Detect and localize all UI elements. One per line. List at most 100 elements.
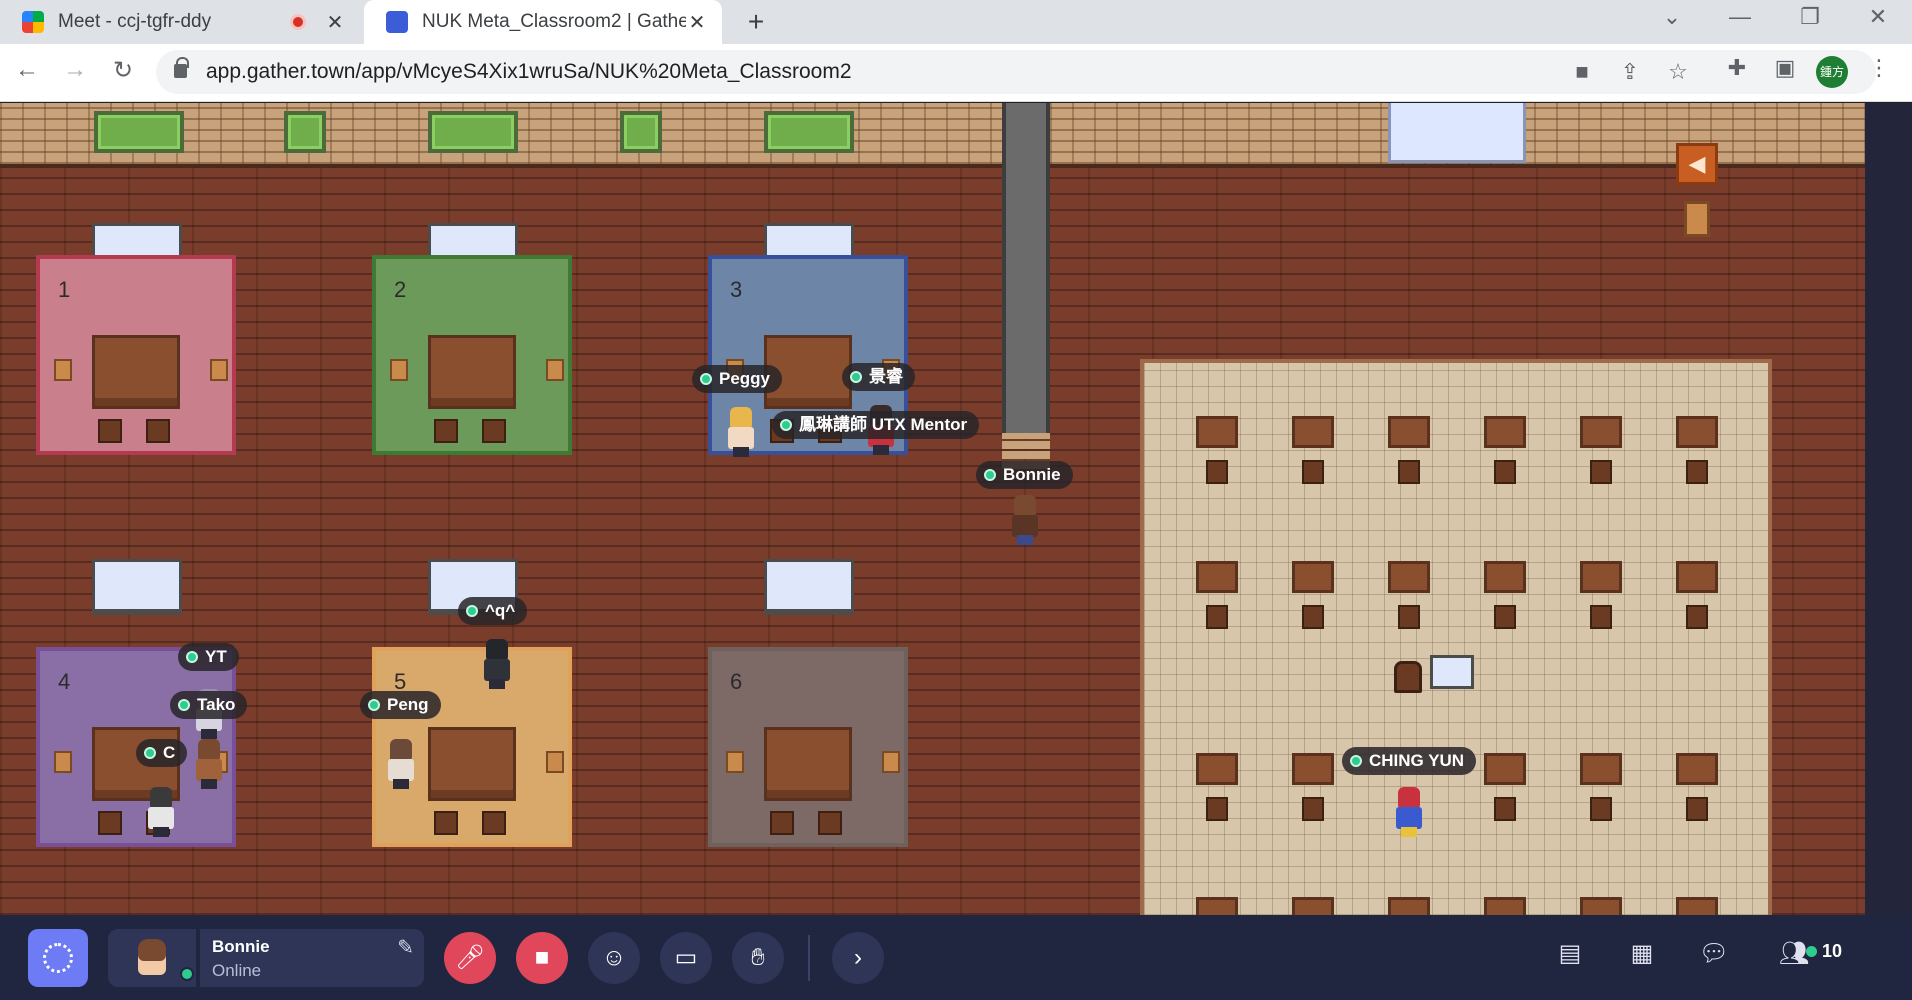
tab-search-icon[interactable]: ⌄ bbox=[1652, 4, 1692, 30]
user-profile-card[interactable]: Bonnie Online ✎ bbox=[108, 929, 424, 987]
student-desk bbox=[1484, 753, 1526, 785]
back-icon[interactable]: ← bbox=[12, 56, 42, 84]
raise-hand-icon[interactable]: ✋︎ bbox=[732, 932, 784, 984]
tab-title: Meet - ccj-tgfr-ddy bbox=[58, 11, 212, 32]
online-count[interactable]: 10 bbox=[1806, 941, 1842, 962]
megaphone-icon[interactable]: ◀ bbox=[1676, 143, 1718, 185]
avatar-head bbox=[150, 787, 172, 809]
gather-menu-button[interactable] bbox=[28, 929, 88, 987]
reload-icon[interactable]: ↻ bbox=[108, 56, 138, 85]
user-name-box[interactable]: Bonnie Online ✎ bbox=[200, 929, 424, 987]
user-status: Online bbox=[212, 961, 262, 980]
emoji-icon[interactable]: ☺ bbox=[588, 932, 640, 984]
student-chair bbox=[1686, 605, 1708, 629]
whiteboard[interactable] bbox=[92, 559, 182, 615]
tab-gather[interactable]: NUK Meta_Classroom2 | Gathe ✕ bbox=[364, 0, 722, 44]
avatar-body bbox=[484, 659, 510, 681]
name-tag[interactable]: Tako bbox=[170, 691, 248, 719]
forward-icon[interactable]: → bbox=[60, 56, 90, 84]
name-tag[interactable]: Bonnie bbox=[976, 461, 1073, 489]
chair bbox=[882, 751, 900, 773]
browser-toolbar: ← → ↻ app.gather.town/app/vMcyeS4Xix1wru… bbox=[0, 44, 1912, 102]
star-icon[interactable]: ☆ bbox=[1664, 59, 1692, 85]
student-chair bbox=[1494, 605, 1516, 629]
online-dot bbox=[1350, 755, 1362, 767]
game-map[interactable]: ◀ 1 2 3 4 5 6 Peggy 景睿 鳳琳講師 UTX Mentor B… bbox=[0, 103, 1912, 915]
whiteboard[interactable] bbox=[764, 559, 854, 615]
student-desk bbox=[1196, 897, 1238, 915]
close-tab-icon[interactable]: ✕ bbox=[324, 10, 346, 35]
mic-muted-icon[interactable]: 🎤︎ bbox=[444, 932, 496, 984]
avatar-peggy[interactable] bbox=[724, 407, 756, 457]
restore-icon[interactable]: ❐ bbox=[1790, 4, 1830, 30]
player-name: ^q^ bbox=[485, 601, 516, 620]
student-chair bbox=[1686, 460, 1708, 484]
avatar-ching-yun[interactable] bbox=[1392, 787, 1424, 837]
avatar-tako[interactable] bbox=[192, 739, 224, 789]
minimize-icon[interactable]: — bbox=[1720, 4, 1760, 30]
online-dot bbox=[186, 651, 198, 663]
address-bar[interactable]: app.gather.town/app/vMcyeS4Xix1wruSa/NUK… bbox=[156, 50, 1876, 94]
pencil-icon[interactable]: ✎ bbox=[397, 935, 414, 960]
expand-icon[interactable]: › bbox=[832, 932, 884, 984]
name-tag[interactable]: 景睿 bbox=[842, 363, 915, 391]
name-tag[interactable]: Peng bbox=[360, 691, 441, 719]
group-area-6[interactable]: 6 bbox=[708, 647, 908, 847]
name-tag[interactable]: YT bbox=[178, 643, 239, 671]
avatar-legs bbox=[1401, 827, 1417, 837]
camera-off-icon[interactable]: ■ bbox=[516, 932, 568, 984]
profile-avatar[interactable]: 鍾方 bbox=[1816, 56, 1848, 88]
name-tag[interactable]: 鳳琳講師 UTX Mentor bbox=[772, 411, 980, 439]
window bbox=[620, 111, 662, 153]
avatar-c[interactable] bbox=[144, 787, 176, 837]
player-name: C bbox=[163, 743, 176, 762]
name-tag[interactable]: ^q^ bbox=[458, 597, 528, 625]
tab-meet[interactable]: Meet - ccj-tgfr-ddy ✕ bbox=[0, 0, 360, 44]
player-name: Peggy bbox=[719, 369, 771, 388]
avatar-peng[interactable] bbox=[384, 739, 416, 789]
avatar-qq[interactable] bbox=[480, 639, 512, 689]
room-number: 1 bbox=[58, 277, 71, 302]
student-chair bbox=[1398, 460, 1420, 484]
teacher-chair bbox=[1394, 661, 1422, 693]
divider bbox=[808, 935, 810, 981]
student-desk bbox=[1676, 561, 1718, 593]
room-number: 4 bbox=[58, 669, 71, 694]
online-dot bbox=[850, 371, 862, 383]
map-edge bbox=[1865, 103, 1912, 915]
online-dot bbox=[780, 419, 792, 431]
name-tag[interactable]: Peggy bbox=[692, 365, 783, 393]
share-icon[interactable]: ⇪ bbox=[1616, 59, 1644, 85]
group-area-1[interactable]: 1 bbox=[36, 255, 236, 455]
lock-icon bbox=[174, 57, 189, 78]
new-tab-button[interactable]: + bbox=[740, 6, 772, 38]
online-dot bbox=[144, 747, 156, 759]
student-desk bbox=[1580, 897, 1622, 915]
name-tag[interactable]: CHING YUN bbox=[1342, 747, 1477, 775]
student-desk bbox=[1676, 897, 1718, 915]
extensions-icon[interactable]: ✚ bbox=[1722, 55, 1752, 81]
close-window-icon[interactable]: ✕ bbox=[1858, 4, 1898, 30]
online-dot bbox=[984, 469, 996, 481]
avatar-legs bbox=[201, 779, 217, 789]
camera-icon[interactable]: ■ bbox=[1568, 59, 1596, 85]
close-tab-icon[interactable]: ✕ bbox=[686, 10, 708, 35]
teacher-desk[interactable] bbox=[1430, 655, 1474, 689]
name-tag[interactable]: C bbox=[136, 739, 188, 767]
chat-icon[interactable]: 💬︎ bbox=[1696, 939, 1732, 968]
stool bbox=[434, 811, 458, 835]
avatar-body bbox=[196, 759, 222, 781]
calendar-icon[interactable]: ▦ bbox=[1624, 939, 1660, 968]
calendar-icon[interactable]: ▤ bbox=[1552, 939, 1588, 968]
menu-icon[interactable]: ⋮ bbox=[1864, 55, 1894, 81]
avatar-bonnie[interactable] bbox=[1008, 495, 1040, 545]
whiteboard[interactable] bbox=[1388, 103, 1526, 163]
lectern bbox=[1684, 201, 1710, 237]
url-text[interactable]: app.gather.town/app/vMcyeS4Xix1wruSa/NUK… bbox=[206, 60, 852, 84]
player-name: Bonnie bbox=[1003, 465, 1061, 484]
sidepanel-icon[interactable]: ▣ bbox=[1770, 55, 1800, 81]
screen-share-icon[interactable]: ▭ bbox=[660, 932, 712, 984]
group-area-2[interactable]: 2 bbox=[372, 255, 572, 455]
avatar-body bbox=[728, 427, 754, 449]
student-desk bbox=[1484, 897, 1526, 915]
